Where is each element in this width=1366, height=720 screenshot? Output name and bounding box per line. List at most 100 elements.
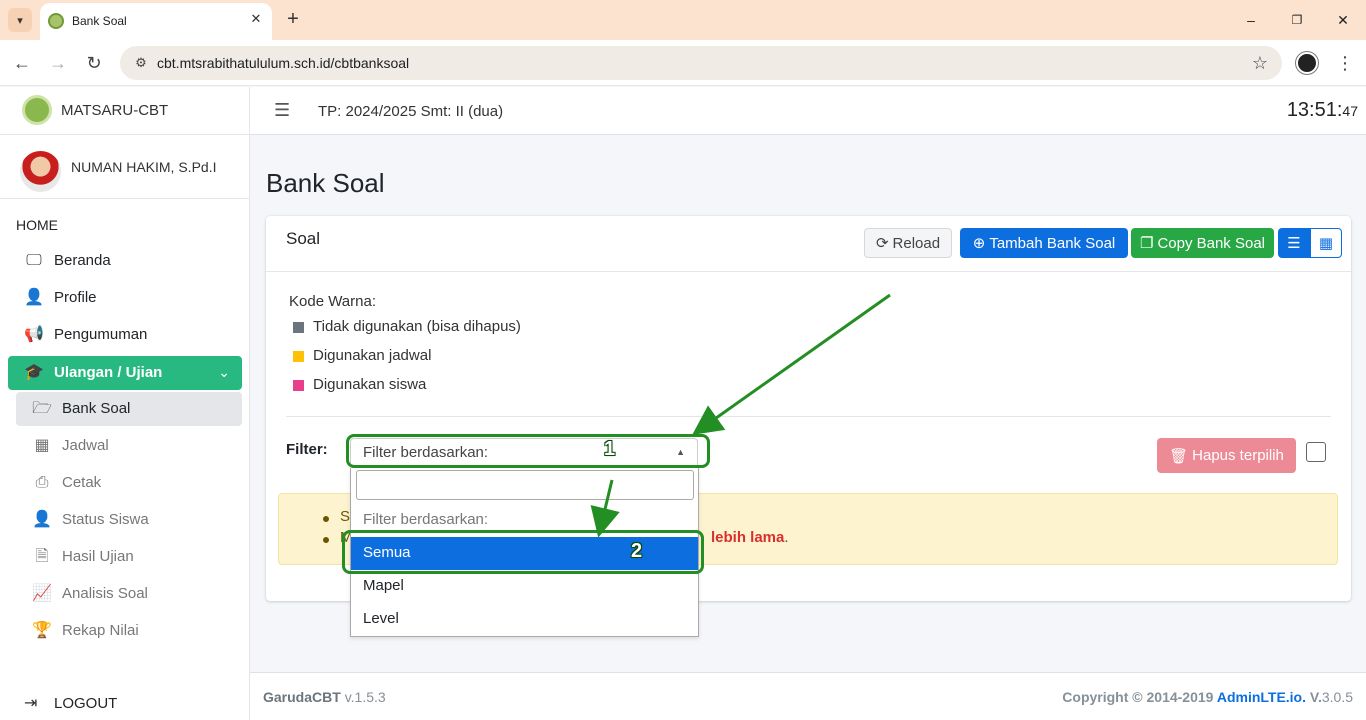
calendar-icon: ▦ [34, 437, 50, 454]
window-close-button[interactable]: ✕ [1332, 9, 1354, 31]
sidebar-item-ulangan-ujian[interactable]: 🎓 Ulangan / Ujian ⌄ [8, 356, 242, 390]
site-info-icon[interactable]: ⚙ [132, 54, 150, 72]
sidebar-item-hasil-ujian[interactable]: 🗎 Hasil Ujian [8, 540, 242, 574]
profile-avatar-icon[interactable] [1296, 52, 1318, 74]
forward-arrow-icon[interactable]: → [46, 51, 70, 75]
footer-v-label: V. [1309, 689, 1322, 705]
logout-link[interactable]: ⇥ LOGOUT [16, 693, 246, 717]
user-clock-icon: 👤 [32, 511, 52, 528]
legend-digunakan-jadwal: Digunakan jadwal [293, 347, 553, 367]
sidebar-item-label: Hasil Ujian [62, 548, 134, 565]
kode-warna-label: Kode Warna: [289, 293, 376, 310]
sidebar-item-label: Status Siswa [62, 511, 149, 528]
grid-view-button[interactable]: ▦ [1310, 228, 1342, 258]
hapus-label: Hapus terpilih [1192, 447, 1284, 464]
annotation-box-2 [342, 530, 704, 574]
footer-copyright: Copyright © 2014-2019 AdminLTE.io. V.3.0… [1062, 689, 1353, 705]
copy-icon: ❐ [1139, 235, 1154, 252]
sidebar-item-label: Ulangan / Ujian [54, 364, 163, 381]
sidebar-item-cetak[interactable]: ⎙ Cetak [8, 466, 242, 500]
tab-title: Bank Soal [72, 14, 127, 28]
annotation-number-2: 2 [631, 540, 643, 562]
footer: GarudaCBT v.1.5.3 Copyright © 2014-2019 … [250, 672, 1366, 720]
clock: 13:51:47 [1287, 99, 1358, 122]
grid-icon: ▦ [1318, 235, 1334, 252]
legend-label: Digunakan jadwal [313, 347, 432, 364]
sidebar-item-beranda[interactable]: 🖵 Beranda [8, 244, 242, 278]
top-navbar: ☰ TP: 2024/2025 Smt: II (dua) 13:51:47 [250, 87, 1366, 135]
browser-menu-icon[interactable]: ⋮ [1336, 51, 1354, 75]
user-name[interactable]: NUMAN HAKIM, S.Pd.I [71, 159, 216, 175]
copyright-text: Copyright © 2014-2019 [1062, 689, 1214, 705]
url-text[interactable]: cbt.mtsrabithatululum.sch.id/cbtbanksoal [157, 55, 409, 71]
user-avatar [20, 151, 61, 192]
brand-link[interactable]: MATSARU-CBT [0, 87, 250, 135]
tab-search-button[interactable]: ▾ [8, 8, 32, 32]
address-bar[interactable]: ⚙ cbt.mtsrabithatululum.sch.id/cbtbankso… [120, 46, 1282, 80]
select-all-checkbox[interactable] [1306, 442, 1326, 462]
adminlte-link[interactable]: AdminLTE.io. [1217, 689, 1306, 705]
sidebar-item-label: Jadwal [62, 437, 109, 454]
legend-swatch-pink [293, 380, 304, 391]
chevron-down-icon: ⌄ [218, 364, 230, 380]
sidebar-item-rekap-nilai[interactable]: 🏆 Rekap Nilai [8, 614, 242, 648]
folder-open-icon: 🗁 [32, 400, 52, 417]
dropdown-option-level[interactable]: Level [351, 603, 698, 636]
tambah-bank-soal-button[interactable]: ⊕ Tambah Bank Soal [960, 228, 1128, 258]
browser-tab-strip: ▾ Bank Soal ✕ + – ❐ ✕ [0, 0, 1366, 40]
card-title: Soal [286, 229, 321, 248]
card-header-divider [266, 271, 1351, 272]
page-title: Bank Soal [266, 168, 385, 198]
legend-digunakan-siswa: Digunakan siswa [293, 376, 553, 396]
back-arrow-icon[interactable]: ← [10, 51, 34, 75]
hamburger-menu-icon[interactable]: ☰ [274, 100, 290, 121]
dropdown-option-mapel[interactable]: Mapel [351, 570, 698, 603]
copy-bank-soal-button[interactable]: ❐ Copy Bank Soal [1131, 228, 1274, 258]
sidebar-item-label: Pengumuman [54, 326, 148, 343]
sidebar-item-profile[interactable]: 👤 Profile [8, 281, 242, 315]
footer-app-name: GarudaCBT [263, 689, 341, 705]
plus-circle-icon: ⊕ [972, 235, 986, 252]
clock-hm: 13:51: [1286, 99, 1343, 121]
sidebar-item-label: Rekap Nilai [62, 622, 139, 639]
sidebar-item-analisis-soal[interactable]: 📈 Analisis Soal [8, 577, 242, 611]
dropdown-search-input[interactable] [356, 470, 694, 500]
legend-swatch-gray [293, 322, 304, 333]
bookmark-star-icon[interactable]: ☆ [1252, 53, 1268, 74]
sidebar-item-jadwal[interactable]: ▦ Jadwal [8, 429, 242, 463]
sidebar-item-bank-soal[interactable]: 🗁 Bank Soal [16, 392, 242, 426]
brand-logo-icon [22, 95, 52, 125]
sync-icon: ⟳ [875, 235, 889, 252]
alert-period: . [784, 529, 789, 546]
file-icon: 🗎 [35, 548, 49, 565]
legend-swatch-yellow [293, 351, 304, 362]
bullet [323, 537, 329, 543]
sidebar-item-status-siswa[interactable]: 👤 Status Siswa [8, 503, 242, 537]
list-view-button[interactable]: ☰ [1278, 228, 1310, 258]
tab-close-icon[interactable]: ✕ [246, 9, 266, 29]
legend-tidak-digunakan: Tidak digunakan (bisa dihapus) [293, 318, 553, 338]
minimize-button[interactable]: – [1240, 9, 1262, 31]
reload-icon[interactable]: ↻ [82, 51, 106, 75]
new-tab-button[interactable]: + [282, 8, 304, 30]
hapus-terpilih-button[interactable]: 🗑 Hapus terpilih [1157, 438, 1296, 473]
reload-button[interactable]: ⟳ Reload [864, 228, 952, 258]
clock-seconds: 47 [1342, 103, 1358, 119]
copy-label: Copy Bank Soal [1157, 234, 1266, 252]
browser-tab[interactable]: Bank Soal ✕ [40, 3, 272, 40]
trash-icon: 🗑 [1169, 447, 1189, 465]
sidebar-item-label: Cetak [62, 474, 102, 491]
address-toolbar: ← → ↻ ⚙ cbt.mtsrabithatululum.sch.id/cbt… [0, 40, 1366, 86]
sidebar: MATSARU-CBT NUMAN HAKIM, S.Pd.I HOME 🖵 B… [0, 87, 250, 720]
sidebar-item-label: Profile [54, 289, 97, 306]
school-year-text: TP: 2024/2025 Smt: II (dua) [318, 103, 504, 120]
desktop-icon: 🖵 [26, 252, 42, 269]
alert-bold: lebih lama [711, 529, 785, 546]
sidebar-item-label: Beranda [54, 252, 111, 269]
alert-line-2-tail: lebih lama. [711, 529, 789, 546]
sidebar-item-pengumuman[interactable]: 📢 Pengumuman [8, 318, 242, 352]
footer-app-version: GarudaCBT v.1.5.3 [263, 689, 386, 705]
maximize-button[interactable]: ❐ [1286, 9, 1308, 31]
logout-label: LOGOUT [54, 695, 118, 712]
section-divider [286, 416, 1331, 417]
